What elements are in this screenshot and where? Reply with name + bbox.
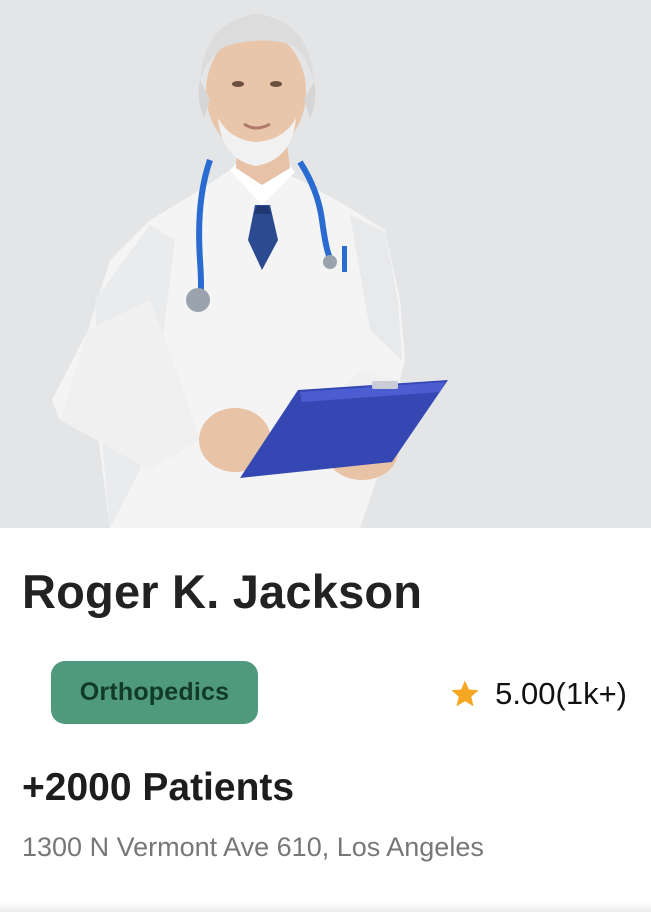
doctor-info: Roger K. Jackson Orthopedics 5.00(1k+) +… [0, 528, 651, 912]
doctor-address: 1300 N Vermont Ave 610, Los Angeles [22, 832, 484, 862]
doctor-name: Roger K. Jackson [22, 565, 423, 618]
card-bottom-shadow [0, 902, 651, 912]
patients-count: +2000 Patients [22, 766, 295, 809]
doctor-card[interactable]: Roger K. Jackson Orthopedics 5.00(1k+) +… [0, 0, 651, 912]
specialty-badge[interactable]: Orthopedics [51, 661, 258, 724]
rating: 5.00(1k+) [449, 676, 627, 712]
doctor-photo [0, 0, 651, 528]
star-icon [449, 678, 481, 710]
rating-value: 5.00(1k+) [495, 676, 627, 711]
specialty-label: Orthopedics [79, 678, 230, 706]
